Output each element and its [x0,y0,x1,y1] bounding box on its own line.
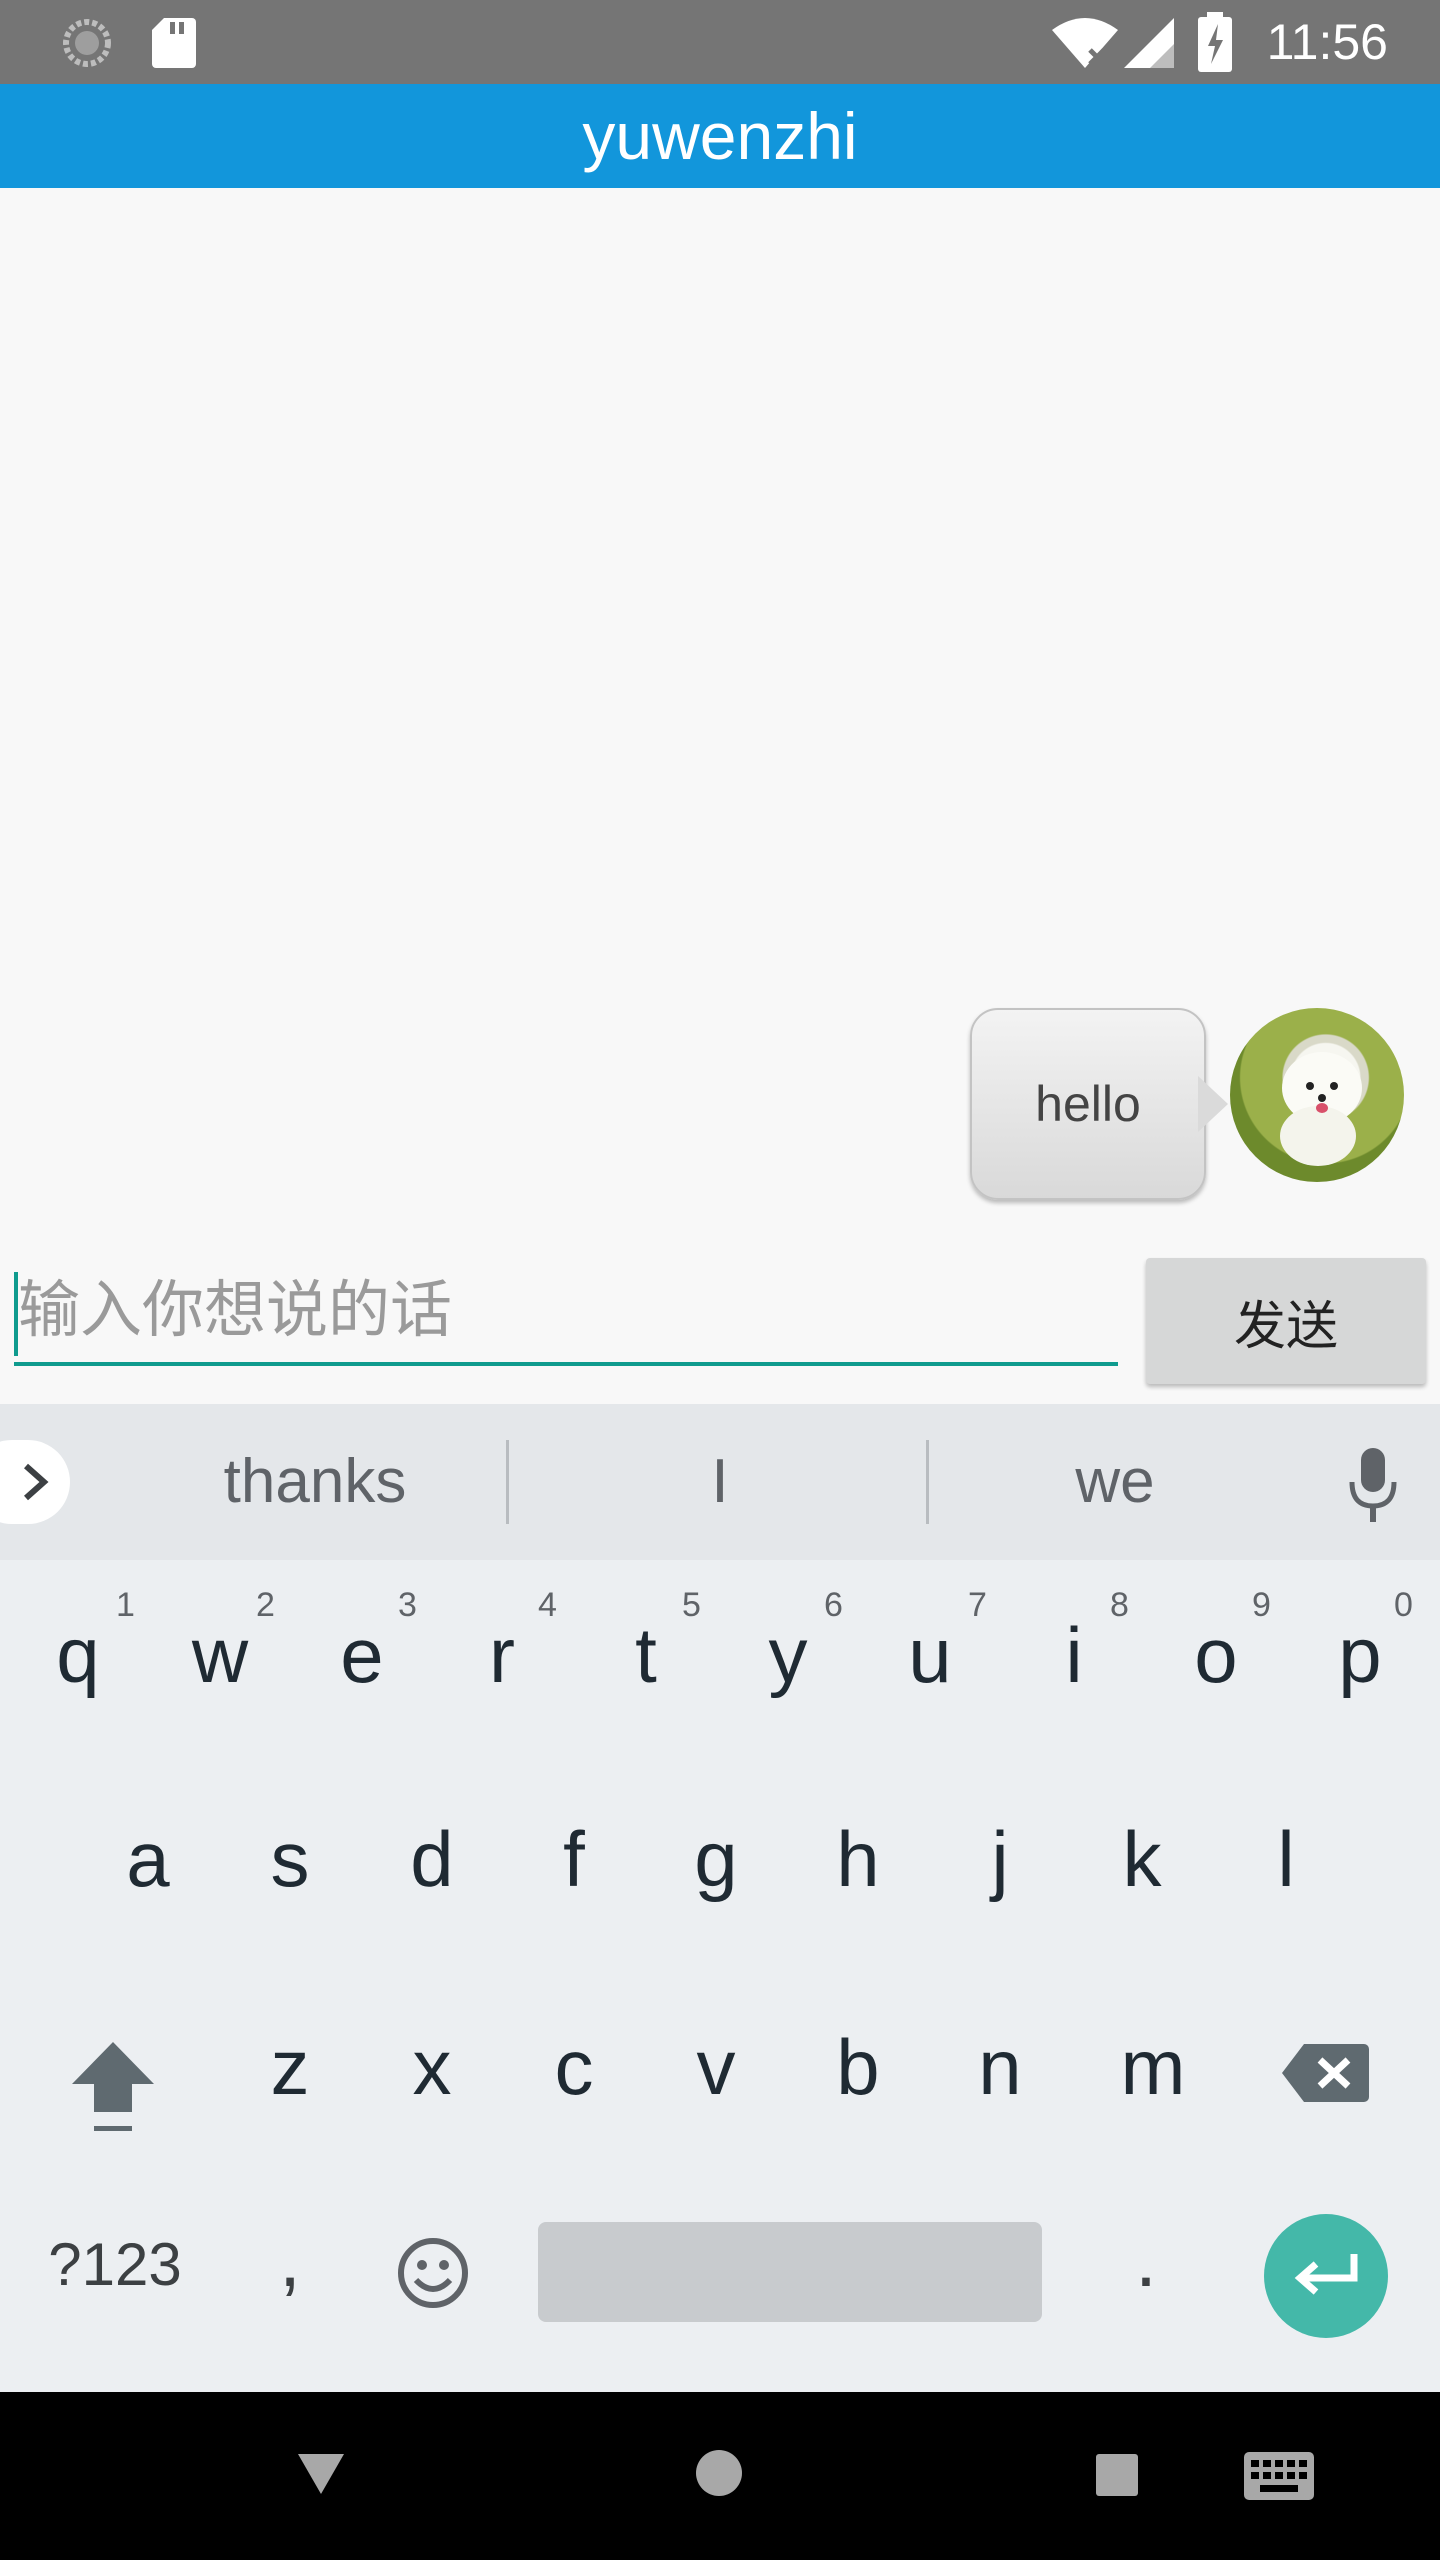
key-b[interactable]: b [814,2022,902,2113]
key-z[interactable]: z [246,2022,334,2113]
backspace-icon[interactable] [1280,2042,1370,2104]
key-c[interactable]: c [530,2022,618,2113]
key-d[interactable]: d [388,1814,476,1905]
key-u[interactable]: u [886,1610,974,1701]
loading-icon [63,19,111,67]
space-key[interactable] [538,2222,1042,2322]
key-w[interactable]: w [176,1610,264,1701]
recents-icon[interactable] [1096,2454,1138,2496]
enter-arrow-icon [1294,2254,1358,2295]
key-hint: 3 [398,1586,417,1624]
key-hint: 9 [1252,1586,1271,1624]
key-hint: 6 [824,1586,843,1624]
send-button[interactable]: 发送 [1146,1258,1426,1384]
key-hint: 8 [1110,1586,1129,1624]
clock: 11:56 [1266,14,1388,70]
message-input[interactable] [14,1256,1118,1366]
key-v[interactable]: v [672,2022,760,2113]
message-text: hello [1035,1076,1141,1132]
key-hint: 2 [256,1586,275,1624]
period-key[interactable]: . [1106,2214,1186,2305]
keyboard-icon[interactable] [1244,2452,1314,2500]
bubble-tail [1198,1076,1228,1132]
key-g[interactable]: g [672,1814,760,1905]
divider [506,1440,509,1524]
navigation-bar [0,2392,1440,2560]
signal-icon [1124,18,1174,68]
key-h[interactable]: h [814,1814,902,1905]
dog-avatar-icon [1280,1052,1362,1166]
page-title: yuwenzhi [582,99,858,173]
key-n[interactable]: n [956,2022,1044,2113]
key-hint: 1 [116,1586,135,1624]
key-j[interactable]: j [956,1814,1044,1905]
key-r[interactable]: r [458,1610,546,1701]
divider [926,1440,929,1524]
key-l[interactable]: l [1242,1814,1330,1905]
key-q[interactable]: q [34,1610,122,1701]
avatar[interactable] [1230,1008,1404,1182]
sd-card-icon [152,18,196,68]
suggestion-1[interactable]: thanks [120,1404,510,1560]
key-p[interactable]: p [1316,1610,1404,1701]
symbols-key[interactable]: ?123 [30,2230,200,2299]
suggestion-2[interactable]: I [510,1404,930,1560]
key-hint: 4 [538,1586,557,1624]
app-bar: yuwenzhi [0,84,1440,188]
text-caret [14,1272,18,1356]
key-o[interactable]: o [1172,1610,1260,1701]
key-a[interactable]: a [104,1814,192,1905]
key-hint: 5 [682,1586,701,1624]
comma-key[interactable]: , [250,2214,330,2305]
back-icon[interactable] [296,2452,346,2496]
key-x[interactable]: x [388,2022,476,2113]
key-k[interactable]: k [1098,1814,1186,1905]
shift-icon[interactable] [68,2038,158,2136]
home-icon[interactable] [694,2448,744,2498]
key-t[interactable]: t [602,1610,690,1701]
chat-area[interactable] [0,188,1440,1228]
key-i[interactable]: i [1030,1610,1118,1701]
key-m[interactable]: m [1098,2022,1208,2113]
key-y[interactable]: y [744,1610,832,1701]
key-s[interactable]: s [246,1814,334,1905]
battery-charging-icon [1198,12,1232,72]
wifi-off-icon [1052,18,1118,68]
emoji-icon[interactable] [396,2236,470,2310]
key-hint: 7 [968,1586,987,1624]
suggestion-3[interactable]: we [930,1404,1300,1560]
status-bar: 11:56 [0,0,1440,84]
message-bubble[interactable]: hello [970,1008,1206,1200]
enter-key[interactable] [1264,2214,1388,2338]
key-f[interactable]: f [530,1814,618,1905]
key-e[interactable]: e [318,1610,406,1701]
chevron-right-icon [24,1463,49,1501]
key-hint: 0 [1394,1586,1413,1624]
microphone-icon[interactable] [1348,1448,1398,1524]
